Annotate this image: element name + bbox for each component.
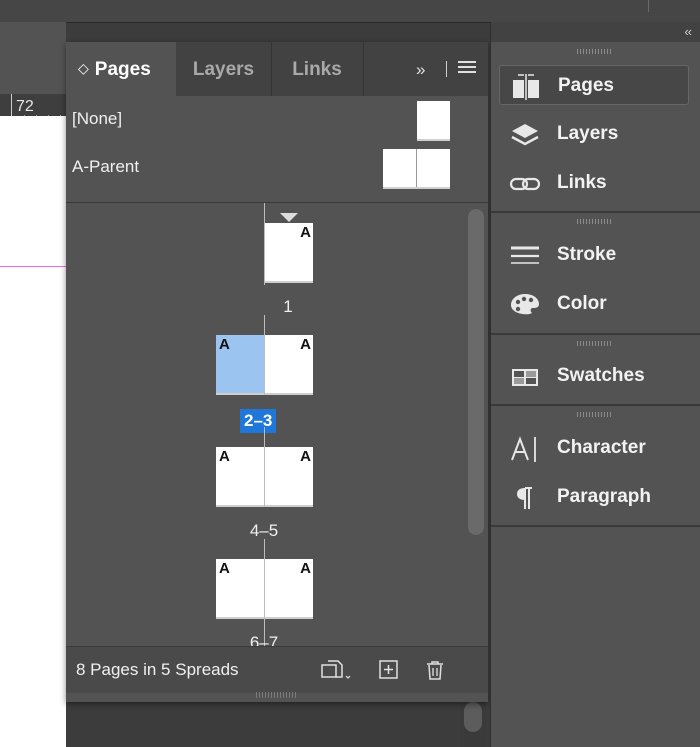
dock-item-label: Pages — [558, 75, 614, 96]
dock-item-label: Layers — [557, 123, 619, 144]
color-icon — [511, 294, 539, 315]
dock-item-label: Character — [557, 437, 646, 458]
dock-header: ‹‹ — [491, 22, 700, 42]
canvas-scroll-thumb[interactable] — [464, 702, 482, 732]
ruler-value: 72 — [16, 98, 34, 115]
parent-none-label: [None] — [72, 109, 123, 128]
stroke-icon — [511, 246, 539, 264]
page-prefix: A — [219, 336, 230, 353]
tab-layers[interactable]: Layers — [176, 42, 272, 96]
parent-a-label: A-Parent — [72, 157, 140, 176]
page-1-thumbnail[interactable]: A — [265, 223, 313, 283]
app-top-bar — [0, 0, 700, 23]
dock-group-grip[interactable] — [577, 412, 611, 417]
page-6-thumbnail[interactable]: A — [216, 559, 264, 619]
dock-item-layers[interactable]: Layers — [499, 114, 689, 154]
page-5-thumbnail[interactable]: A — [265, 447, 313, 507]
dock-item-label: Stroke — [557, 244, 617, 265]
paragraph-icon — [517, 487, 532, 509]
spread-label: 4–5 — [249, 521, 279, 540]
pages-thumbnails-area[interactable]: A 1 A A 2–3 A A 4–5 A A 6–7 — [66, 203, 488, 646]
pages-panel: ◇ Pages Layers Links » [None] A-Parent A … — [66, 42, 488, 702]
page-4-thumbnail[interactable]: A — [216, 447, 264, 507]
parent-a-row[interactable]: A-Parent — [66, 144, 488, 190]
pages-scroll-thumb[interactable] — [468, 209, 484, 535]
character-icon — [511, 436, 536, 462]
pages-panel-footer: 8 Pages in 5 Spreads — [66, 646, 488, 693]
dock-group-separator — [491, 525, 700, 527]
margin-guide — [0, 266, 66, 267]
dock-item-label: Swatches — [557, 365, 645, 386]
edit-page-size-icon[interactable] — [320, 659, 354, 681]
canvas-scrollbar[interactable] — [460, 700, 486, 747]
dock-group-separator — [491, 404, 700, 406]
tab-pages-label: Pages — [94, 59, 151, 80]
dock-item-character[interactable]: Character — [499, 428, 689, 468]
tab-bar-separator — [446, 61, 447, 77]
dock-item-label: Links — [557, 172, 607, 193]
parent-none-row[interactable]: [None] — [66, 96, 488, 142]
panel-menu-icon[interactable] — [458, 61, 476, 75]
dock-group-grip[interactable] — [577, 219, 611, 224]
dock-item-label: Paragraph — [557, 486, 651, 507]
top-bar-divider — [648, 0, 649, 12]
document-canvas[interactable]: 72 — [0, 22, 66, 747]
dock-item-pages[interactable]: Pages — [499, 65, 689, 105]
more-tabs-button[interactable]: » — [416, 42, 425, 96]
page-prefix: A — [300, 448, 311, 465]
spread-label: 6–7 — [249, 633, 279, 646]
delete-page-icon[interactable] — [424, 659, 446, 681]
page-prefix: A — [300, 224, 311, 241]
dock-item-color[interactable]: Color — [499, 284, 689, 324]
page-7-thumbnail[interactable]: A — [265, 559, 313, 619]
current-page-marker — [280, 213, 298, 222]
page-prefix: A — [300, 336, 311, 353]
dock-item-stroke[interactable]: Stroke — [499, 235, 689, 275]
swatches-icon — [512, 369, 538, 386]
new-page-icon[interactable] — [378, 659, 400, 681]
page-prefix: A — [219, 560, 230, 577]
dock-item-label: Color — [557, 293, 607, 314]
page-prefix: A — [219, 448, 230, 465]
links-icon — [509, 177, 541, 191]
document-page[interactable] — [0, 116, 66, 747]
collapse-dock-button[interactable]: ‹‹ — [684, 24, 692, 39]
dock-item-links[interactable]: Links — [499, 163, 689, 203]
selected-spread-label: 2–3 — [240, 409, 277, 433]
page-count-status: 8 Pages in 5 Spreads — [76, 660, 239, 679]
spread-label: 1 — [283, 297, 293, 316]
dock-item-swatches[interactable]: Swatches — [499, 356, 689, 396]
panel-resize-grip[interactable] — [256, 692, 296, 698]
tab-links[interactable]: Links — [271, 42, 364, 96]
tab-pages[interactable]: ◇ Pages — [66, 42, 176, 96]
tab-pages-chevron: ◇ — [78, 60, 89, 76]
dock-group-grip[interactable] — [577, 341, 611, 346]
pages-scrollbar[interactable] — [466, 209, 486, 641]
dock-group-grip[interactable] — [577, 49, 611, 54]
page-3-thumbnail[interactable]: A — [265, 335, 313, 395]
dock-group-separator — [491, 333, 700, 335]
parent-none-thumbnail[interactable] — [417, 101, 450, 141]
layers-icon — [511, 124, 539, 146]
pages-icon — [513, 74, 539, 100]
parent-a-thumbnail[interactable] — [383, 149, 450, 189]
page-2-thumbnail[interactable]: A — [216, 335, 264, 395]
panel-dock: ‹‹ Pages Layers Links Stroke Color Swatc… — [490, 22, 700, 747]
panel-tab-bar: ◇ Pages Layers Links » — [66, 42, 488, 96]
dock-group-separator — [491, 211, 700, 213]
dock-item-paragraph[interactable]: Paragraph — [499, 477, 689, 517]
page-prefix: A — [300, 560, 311, 577]
